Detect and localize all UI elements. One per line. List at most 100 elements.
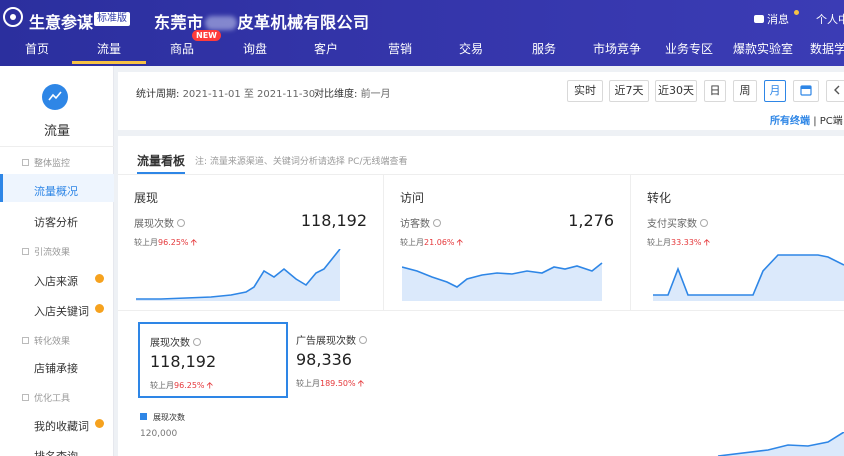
metric-box-ad-impressions[interactable]: 广告展现次数 98,336 较上月189.50% 🡩	[286, 322, 436, 398]
metric-label-text: 展现次数	[150, 338, 190, 349]
calendar-button[interactable]	[793, 80, 819, 102]
panel-note: 注: 流量来源渠道、关键词分析请选择 PC/无线端查看	[195, 157, 408, 167]
sidebar-active-bar	[0, 174, 3, 202]
panel-title: 流量看板	[137, 154, 186, 168]
realtime-button[interactable]: 实时	[567, 80, 603, 102]
sidebar-dot	[95, 419, 104, 428]
sidebar-item-store-landing[interactable]: 店铺承接	[34, 360, 78, 376]
up-arrow-icon: 🡩	[190, 238, 197, 248]
new-badge: NEW	[192, 30, 221, 41]
brand-name[interactable]: 生意参谋	[29, 9, 93, 33]
sidebar: 流量 整体监控 流量概况 访客分析 引流效果 入店来源 入店关键词 转化效果 店…	[0, 66, 114, 456]
sidebar-item-visitor-analysis[interactable]: 访客分析	[34, 214, 78, 230]
compare-prefix: 较上月	[134, 238, 158, 247]
up-arrow-icon: 🡩	[456, 238, 463, 248]
metric-label: 展现次数	[150, 334, 201, 349]
sidebar-item-saved-words[interactable]: 我的收藏词	[34, 418, 89, 434]
card-metric-label: 访客数	[400, 219, 430, 230]
nav-item-lab[interactable]: 爆款实验室	[733, 40, 793, 57]
sidebar-group-label: 优化工具	[34, 394, 71, 404]
last-7-days-button[interactable]: 近7天	[609, 80, 649, 102]
card-title: 访问	[400, 191, 425, 205]
card-metric: 访客数	[400, 215, 441, 230]
compare-prefix: 较上月	[296, 379, 320, 388]
sidebar-group-tools: 优化工具	[22, 391, 70, 404]
nav-item-marketing[interactable]: 营销	[388, 40, 412, 57]
sidebar-dot	[95, 304, 104, 313]
terminal-switch: 所有终端 | PC端	[770, 112, 843, 127]
card-impressions[interactable]: 展现 展现次数 118,192 较上月96.25% 🡩	[118, 175, 384, 311]
metric-compare: 较上月96.25% 🡩	[150, 378, 213, 394]
month-button[interactable]: 月	[764, 80, 786, 102]
card-metric: 展现次数	[134, 215, 185, 230]
sidebar-group-traffic-effect: 引流效果	[22, 245, 70, 258]
week-button[interactable]: 周	[733, 80, 757, 102]
main-nav: 首页 流量 商品 询盘 客户 营销 交易 服务 市场竞争 业务专区 爆款实验室 …	[0, 34, 844, 64]
nav-item-traffic[interactable]: 流量	[97, 40, 121, 57]
period-value[interactable]: 2021-11-01 至 2021-11-30	[183, 89, 316, 100]
compare-percent: 21.06%	[424, 238, 455, 247]
help-icon[interactable]	[700, 219, 708, 227]
card-metric-label: 支付买家数	[647, 219, 697, 230]
nav-item-service[interactable]: 服务	[532, 40, 556, 57]
nav-item-inquiry[interactable]: 询盘	[243, 40, 267, 57]
nav-item-trade[interactable]: 交易	[459, 40, 483, 57]
nav-item-home[interactable]: 首页	[25, 40, 49, 57]
help-icon[interactable]	[193, 338, 201, 346]
chart-legend[interactable]: 展现次数	[140, 412, 185, 423]
card-conversion[interactable]: 转化 支付买家数 较上月33.33% 🡩	[631, 175, 844, 311]
sidebar-item-rank-query[interactable]: 排名查询	[34, 448, 78, 456]
up-arrow-icon: 🡩	[206, 381, 213, 391]
compare-prefix: 较上月	[400, 238, 424, 247]
compare-value[interactable]: 前一月	[361, 89, 391, 100]
compare-percent: 33.33%	[671, 238, 702, 247]
last-30-days-button[interactable]: 近30天	[655, 80, 697, 102]
help-icon[interactable]	[433, 219, 441, 227]
messages-label: 消息	[767, 13, 789, 26]
grid-icon	[22, 337, 29, 344]
terminal-pc-link[interactable]: PC端	[820, 116, 843, 127]
prev-button[interactable]	[826, 80, 844, 102]
sidebar-group-label: 引流效果	[34, 248, 71, 258]
grid-icon	[22, 248, 29, 255]
calendar-icon	[800, 85, 812, 96]
card-title: 展现	[134, 191, 159, 205]
sidebar-item-traffic-overview[interactable]: 流量概况	[34, 183, 78, 199]
help-icon[interactable]	[359, 336, 367, 344]
card-visits[interactable]: 访问 访客数 1,276 较上月21.06% 🡩	[384, 175, 631, 311]
company-suffix: 皮革机械有限公司	[237, 13, 370, 32]
message-icon	[754, 15, 764, 23]
nav-item-products[interactable]: 商品	[170, 40, 194, 57]
card-value: 1,276	[568, 211, 614, 230]
sidebar-group-conversion: 转化效果	[22, 334, 70, 347]
sidebar-group-label: 整体监控	[34, 159, 71, 169]
terminal-all-link[interactable]: 所有终端	[770, 116, 810, 127]
day-button[interactable]: 日	[704, 80, 726, 102]
nav-item-market[interactable]: 市场竞争	[593, 40, 641, 57]
metric-compare: 较上月189.50% 🡩	[296, 376, 364, 392]
impressions-trend-chart[interactable]	[178, 432, 844, 456]
metric-value: 118,192	[150, 352, 217, 371]
messages-link[interactable]: 消息	[754, 11, 789, 27]
compare-percent: 96.25%	[174, 381, 205, 390]
legend-swatch	[140, 413, 147, 420]
help-icon[interactable]	[177, 219, 185, 227]
metric-label: 广告展现次数	[296, 332, 367, 347]
nav-item-customers[interactable]: 客户	[314, 40, 338, 57]
personal-center-link[interactable]: 个人中	[816, 11, 844, 27]
metric-box-impressions[interactable]: 展现次数 118,192 较上月96.25% 🡩	[138, 322, 288, 398]
sidebar-group-label: 转化效果	[34, 337, 71, 347]
card-metric-label: 展现次数	[134, 219, 174, 230]
sidebar-group-monitor: 整体监控	[22, 156, 70, 169]
top-header: 生意参谋 标准版 东莞市 皮革机械有限公司 消息 个人中 首页 流量 商品 询盘 …	[0, 0, 844, 66]
card-title: 转化	[647, 191, 672, 205]
period-label: 统计周期:	[136, 89, 180, 100]
nav-item-business[interactable]: 业务专区	[665, 40, 713, 57]
sidebar-item-keywords[interactable]: 入店关键词	[34, 303, 89, 319]
sidebar-divider	[0, 146, 114, 147]
brand-logo-icon[interactable]	[3, 7, 23, 27]
card-value: 118,192	[300, 211, 367, 230]
compare-label: 对比维度:	[314, 89, 358, 100]
nav-item-learn[interactable]: 数据学	[810, 40, 844, 57]
sidebar-item-sources[interactable]: 入店来源	[34, 273, 78, 289]
